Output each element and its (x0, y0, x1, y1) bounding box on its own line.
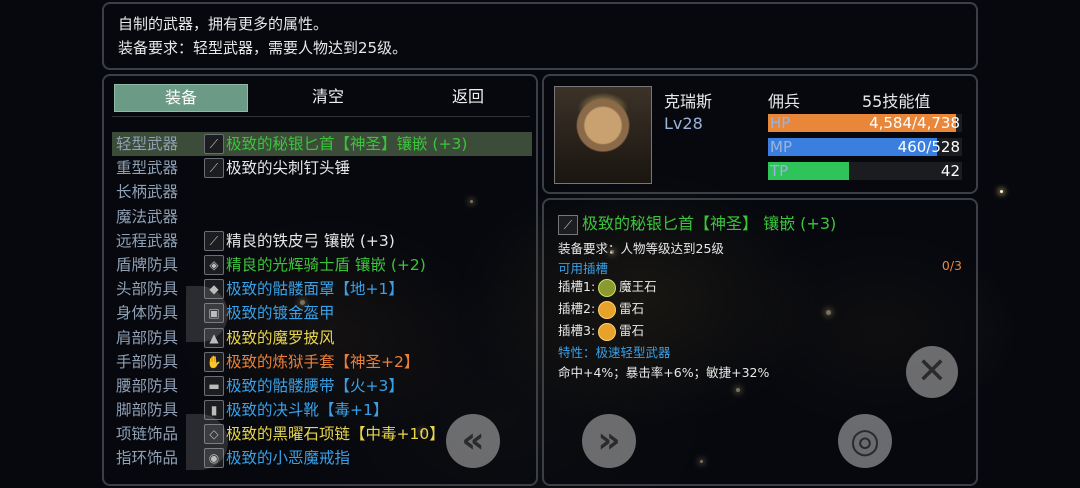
equipment-slot-row[interactable]: 长柄武器 (112, 180, 532, 204)
hp-value: 4,584/4,738 (869, 114, 960, 132)
item-name: 极致的魔罗披风 (226, 328, 335, 347)
star (1000, 190, 1003, 193)
equipment-slot-row[interactable]: 肩部防具 ▲ 极致的魔罗披风 (112, 326, 532, 350)
character-portrait[interactable] (554, 86, 652, 184)
equipment-slot-row[interactable]: 腰部防具 ▬ 极致的骷髅腰带【火+3】 (112, 374, 532, 398)
detail-stats: 命中+4%；暴击率+6%；敏捷+32% (558, 365, 770, 380)
equipment-slot-row[interactable]: 身体防具 ▣ 极致的镀金盔甲 (112, 301, 532, 325)
detail-requirement: 装备要求：人物等级达到25级 (558, 241, 724, 256)
socket-3: 插槽3: 雷石 (558, 320, 644, 341)
slot-label: 身体防具 (116, 304, 179, 323)
equipment-slot-row[interactable]: 远程武器 ⟋ 精良的铁皮弓 镶嵌 (+3) (112, 229, 532, 253)
socket-3-label: 插槽3: (558, 323, 596, 338)
socket-1-gem: 魔王石 (619, 279, 657, 294)
next-button[interactable]: » (582, 414, 636, 468)
slot-label: 手部防具 (116, 352, 179, 371)
slot-label: 魔法武器 (116, 207, 179, 226)
double-chevron-left-icon: « (461, 420, 485, 461)
character-panel: 克瑞斯 Lv28 佣兵 55技能值 HP 4,584/4,738 MP 460/… (542, 74, 978, 194)
slot-label: 头部防具 (116, 280, 179, 299)
equipment-slot-row[interactable]: 头部防具 ◆ 极致的骷髅面罩【地+1】 (112, 277, 532, 301)
tab-equip[interactable]: 装备 (114, 84, 248, 112)
character-level: Lv28 (664, 114, 703, 133)
item-name: 极致的小恶魔戒指 (226, 449, 351, 468)
socket-2-label: 插槽2: (558, 301, 596, 316)
item-name: 极致的黑曜石项链【中毒+10】 (226, 425, 445, 444)
item-icon: ✋ (204, 351, 224, 372)
socket-2: 插槽2: 雷石 (558, 298, 644, 319)
slot-label: 脚部防具 (116, 401, 179, 420)
item-name: 极致的秘银匕首【神圣】镶嵌 (+3) (226, 135, 468, 153)
item-name: 极致的炼狱手套【神圣+2】 (226, 352, 420, 371)
slot-label: 长柄武器 (116, 183, 179, 202)
slot-label: 指环饰品 (116, 449, 179, 468)
item-name: 极致的尖刺钉头锤 (226, 159, 351, 178)
tp-bar: TP 42 (768, 162, 962, 180)
description-line-1: 自制的武器，拥有更多的属性。 (118, 15, 329, 33)
socket-3-gem: 雷石 (619, 323, 645, 338)
thunder-stone-icon (598, 300, 617, 319)
item-name: 极致的决斗靴【毒+1】 (226, 401, 389, 420)
item-name: 精良的光辉骑士盾 镶嵌 (+2) (226, 255, 426, 274)
double-chevron-right-icon: » (597, 420, 621, 461)
tab-clear[interactable]: 清空 (262, 84, 394, 110)
circle-icon: ◎ (850, 421, 880, 461)
equipment-slot-row[interactable]: 轻型武器 ⟋ 极致的秘银匕首【神圣】镶嵌 (+3) (112, 132, 532, 157)
close-icon: ✕ (916, 351, 948, 392)
item-description-panel: 自制的武器，拥有更多的属性。 装备要求：轻型武器，需要人物达到25级。 (102, 2, 978, 70)
item-name: 极致的骷髅面罩【地+1】 (226, 280, 404, 299)
slot-label: 轻型武器 (116, 135, 179, 153)
hp-bar: HP 4,584/4,738 (768, 114, 962, 132)
action-tabs: 装备 清空 返回 (112, 84, 530, 112)
socket-2-gem: 雷石 (619, 301, 645, 316)
item-icon: ⟋ (204, 230, 224, 251)
mp-value: 460/528 (897, 138, 960, 156)
slot-label: 腰部防具 (116, 376, 179, 395)
equipment-slot-row[interactable]: 魔法武器 (112, 205, 532, 229)
mp-bar: MP 460/528 (768, 138, 962, 156)
item-icon: ▬ (204, 375, 224, 396)
mp-label: MP (770, 138, 792, 156)
item-icon: ⟋ (204, 158, 224, 179)
slot-label: 重型武器 (116, 159, 179, 178)
slot-label: 远程武器 (116, 231, 179, 250)
character-class: 佣兵 (768, 92, 801, 111)
tp-value: 42 (940, 162, 960, 180)
skill-points: 55技能值 (862, 92, 931, 111)
item-icon: ◈ (204, 254, 224, 275)
demon-stone-icon (598, 278, 617, 297)
detail-trait: 特性：极速轻型武器 (558, 345, 671, 360)
close-button[interactable]: ✕ (906, 346, 958, 398)
item-name: 极致的镀金盔甲 (226, 304, 335, 323)
tab-back[interactable]: 返回 (402, 84, 534, 110)
hp-label: HP (770, 114, 791, 132)
slot-label: 项链饰品 (116, 425, 179, 444)
sockets-label: 可用插槽 (558, 261, 609, 276)
slot-label: 盾牌防具 (116, 255, 179, 274)
equipment-slot-row[interactable]: 手部防具 ✋ 极致的炼狱手套【神圣+2】 (112, 350, 532, 374)
confirm-button[interactable]: ◎ (838, 414, 892, 468)
item-icon: ⟋ (204, 134, 224, 154)
thunder-stone-icon (598, 322, 617, 341)
item-name: 精良的铁皮弓 镶嵌 (+3) (226, 231, 395, 250)
description-line-2: 装备要求：轻型武器，需要人物达到25级。 (118, 39, 408, 57)
equipment-slot-row[interactable]: 重型武器 ⟋ 极致的尖刺钉头锤 (112, 156, 532, 180)
tab-divider (112, 116, 530, 117)
detail-title: ⟋ 极致的秘银匕首【神圣】 镶嵌 (+3) (558, 210, 836, 235)
dagger-icon: ⟋ (558, 214, 578, 235)
item-name: 极致的骷髅腰带【火+3】 (226, 376, 404, 395)
tp-label: TP (770, 162, 789, 180)
character-name: 克瑞斯 (664, 92, 713, 111)
sockets-count: 0/3 (941, 258, 962, 273)
equipment-slot-row[interactable]: 盾牌防具 ◈ 精良的光辉骑士盾 镶嵌 (+2) (112, 253, 532, 277)
previous-button[interactable]: « (446, 414, 500, 468)
slot-label: 肩部防具 (116, 328, 179, 347)
detail-title-text: 极致的秘银匕首【神圣】 镶嵌 (+3) (582, 214, 837, 233)
socket-1: 插槽1: 魔王石 (558, 276, 657, 297)
socket-1-label: 插槽1: (558, 279, 596, 294)
